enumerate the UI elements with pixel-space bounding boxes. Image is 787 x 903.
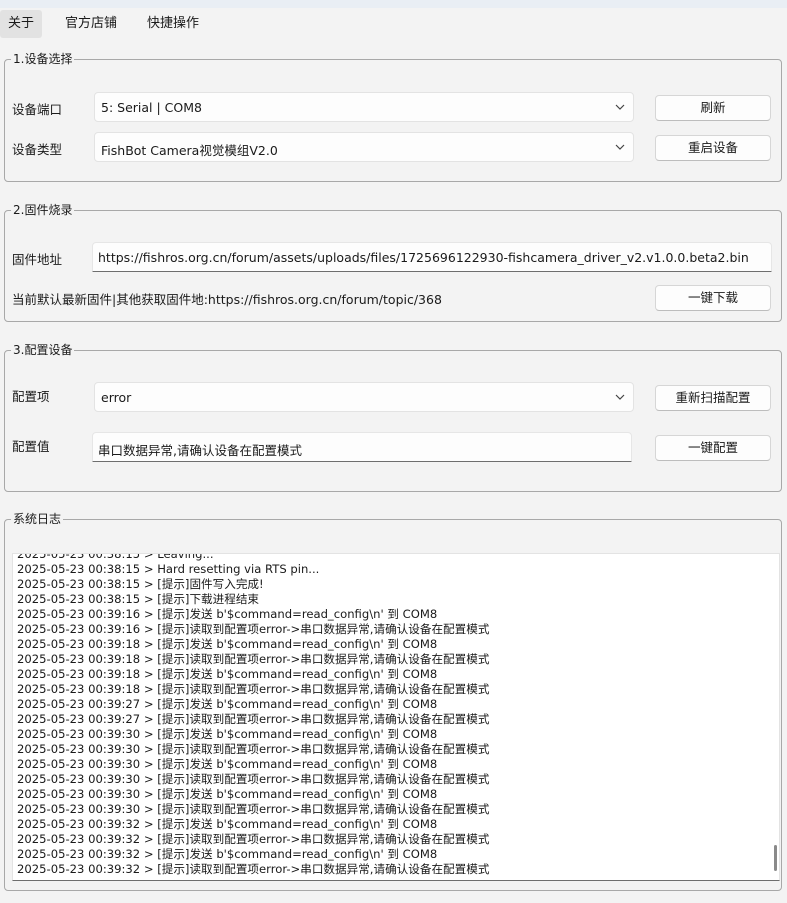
firmware-address-input[interactable]: https://fishros.org.cn/forum/assets/uplo…	[92, 242, 772, 272]
log-line: 2025-05-23 00:38:15 > Hard resetting via…	[17, 562, 320, 576]
window-top-strip	[0, 0, 787, 8]
device-port-label: 设备端口	[12, 102, 63, 117]
rescan-config-button[interactable]: 重新扫描配置	[655, 385, 771, 411]
config-value-text: 串口数据异常,请确认设备在配置模式	[98, 443, 302, 458]
config-group: 3.配置设备	[4, 343, 782, 492]
chevron-down-icon	[615, 394, 625, 400]
device-port-value: 5: Serial | COM8	[101, 100, 202, 115]
chevron-down-icon	[615, 104, 625, 110]
config-item-value: error	[101, 390, 132, 405]
log-line: 2025-05-23 00:39:27 > [提示]发送 b'$command=…	[17, 697, 438, 711]
config-item-select[interactable]: error	[94, 382, 634, 412]
log-lines: 2025-05-23 00:38:15 > Leaving... 2025-05…	[17, 553, 767, 877]
log-line: 2025-05-23 00:39:16 > [提示]读取到配置项error->串…	[17, 622, 490, 636]
log-line: 2025-05-23 00:39:30 > [提示]读取到配置项error->串…	[17, 742, 490, 756]
log-line: 2025-05-23 00:39:32 > [提示]读取到配置项error->串…	[17, 862, 490, 876]
log-line: 2025-05-23 00:39:30 > [提示]读取到配置项error->串…	[17, 772, 490, 786]
menu-quick-actions[interactable]: 快捷操作	[139, 10, 207, 38]
log-line: 2025-05-23 00:39:32 > [提示]读取到配置项error->串…	[17, 832, 490, 846]
log-line: 2025-05-23 00:39:30 > [提示]发送 b'$command=…	[17, 727, 438, 741]
log-line: 2025-05-23 00:39:18 > [提示]读取到配置项error->串…	[17, 652, 490, 666]
system-log-textarea[interactable]: 2025-05-23 00:38:15 > Leaving... 2025-05…	[12, 553, 780, 881]
log-line: 2025-05-23 00:38:15 > Leaving...	[17, 553, 214, 561]
log-line: 2025-05-23 00:39:30 > [提示]发送 b'$command=…	[17, 757, 438, 771]
menu-official-store[interactable]: 官方店铺	[57, 10, 125, 38]
log-line: 2025-05-23 00:39:32 > [提示]发送 b'$command=…	[17, 817, 438, 831]
firmware-address-label: 固件地址	[12, 252, 63, 267]
download-button[interactable]: 一键下载	[655, 285, 771, 311]
log-line: 2025-05-23 00:38:15 > [提示]固件写入完成!	[17, 577, 264, 591]
log-line: 2025-05-23 00:39:18 > [提示]发送 b'$command=…	[17, 637, 438, 651]
chevron-down-icon	[615, 144, 625, 150]
config-value-label: 配置值	[12, 439, 50, 454]
refresh-button[interactable]: 刷新	[655, 95, 771, 121]
menu-bar: 关于 官方店铺 快捷操作	[0, 8, 787, 40]
restart-device-button[interactable]: 重启设备	[655, 135, 771, 161]
apply-config-button[interactable]: 一键配置	[655, 435, 771, 461]
device-port-select[interactable]: 5: Serial | COM8	[94, 92, 634, 122]
log-scrollbar[interactable]	[771, 554, 777, 880]
firmware-title: 2.固件烧录	[13, 203, 73, 217]
config-title: 3.配置设备	[13, 343, 73, 357]
menu-about[interactable]: 关于	[0, 10, 43, 38]
log-line: 2025-05-23 00:39:32 > [提示]发送 b'$command=…	[17, 847, 438, 861]
log-line: 2025-05-23 00:39:30 > [提示]读取到配置项error->串…	[17, 802, 490, 816]
config-value-input[interactable]: 串口数据异常,请确认设备在配置模式	[92, 432, 632, 462]
log-line: 2025-05-23 00:39:16 > [提示]发送 b'$command=…	[17, 607, 438, 621]
firmware-address-value: https://fishros.org.cn/forum/assets/uplo…	[98, 250, 749, 265]
log-line: 2025-05-23 00:39:18 > [提示]读取到配置项error->串…	[17, 682, 490, 696]
log-line: 2025-05-23 00:39:27 > [提示]读取到配置项error->串…	[17, 712, 490, 726]
log-scroll-thumb[interactable]	[774, 845, 777, 871]
log-line: 2025-05-23 00:39:18 > [提示]发送 b'$command=…	[17, 667, 438, 681]
firmware-note: 当前默认最新固件|其他获取固件地:https://fishros.org.cn/…	[12, 292, 442, 307]
log-line: 2025-05-23 00:39:30 > [提示]发送 b'$command=…	[17, 787, 438, 801]
device-type-value: FishBot Camera视觉模组V2.0	[101, 143, 278, 158]
device-type-label: 设备类型	[12, 142, 63, 157]
config-item-label: 配置项	[12, 389, 50, 404]
device-select-title: 1.设备选择	[13, 52, 73, 66]
system-log-title: 系统日志	[13, 512, 62, 526]
device-type-select[interactable]: FishBot Camera视觉模组V2.0	[94, 132, 634, 162]
log-line: 2025-05-23 00:38:15 > [提示]下载进程结束	[17, 592, 260, 606]
